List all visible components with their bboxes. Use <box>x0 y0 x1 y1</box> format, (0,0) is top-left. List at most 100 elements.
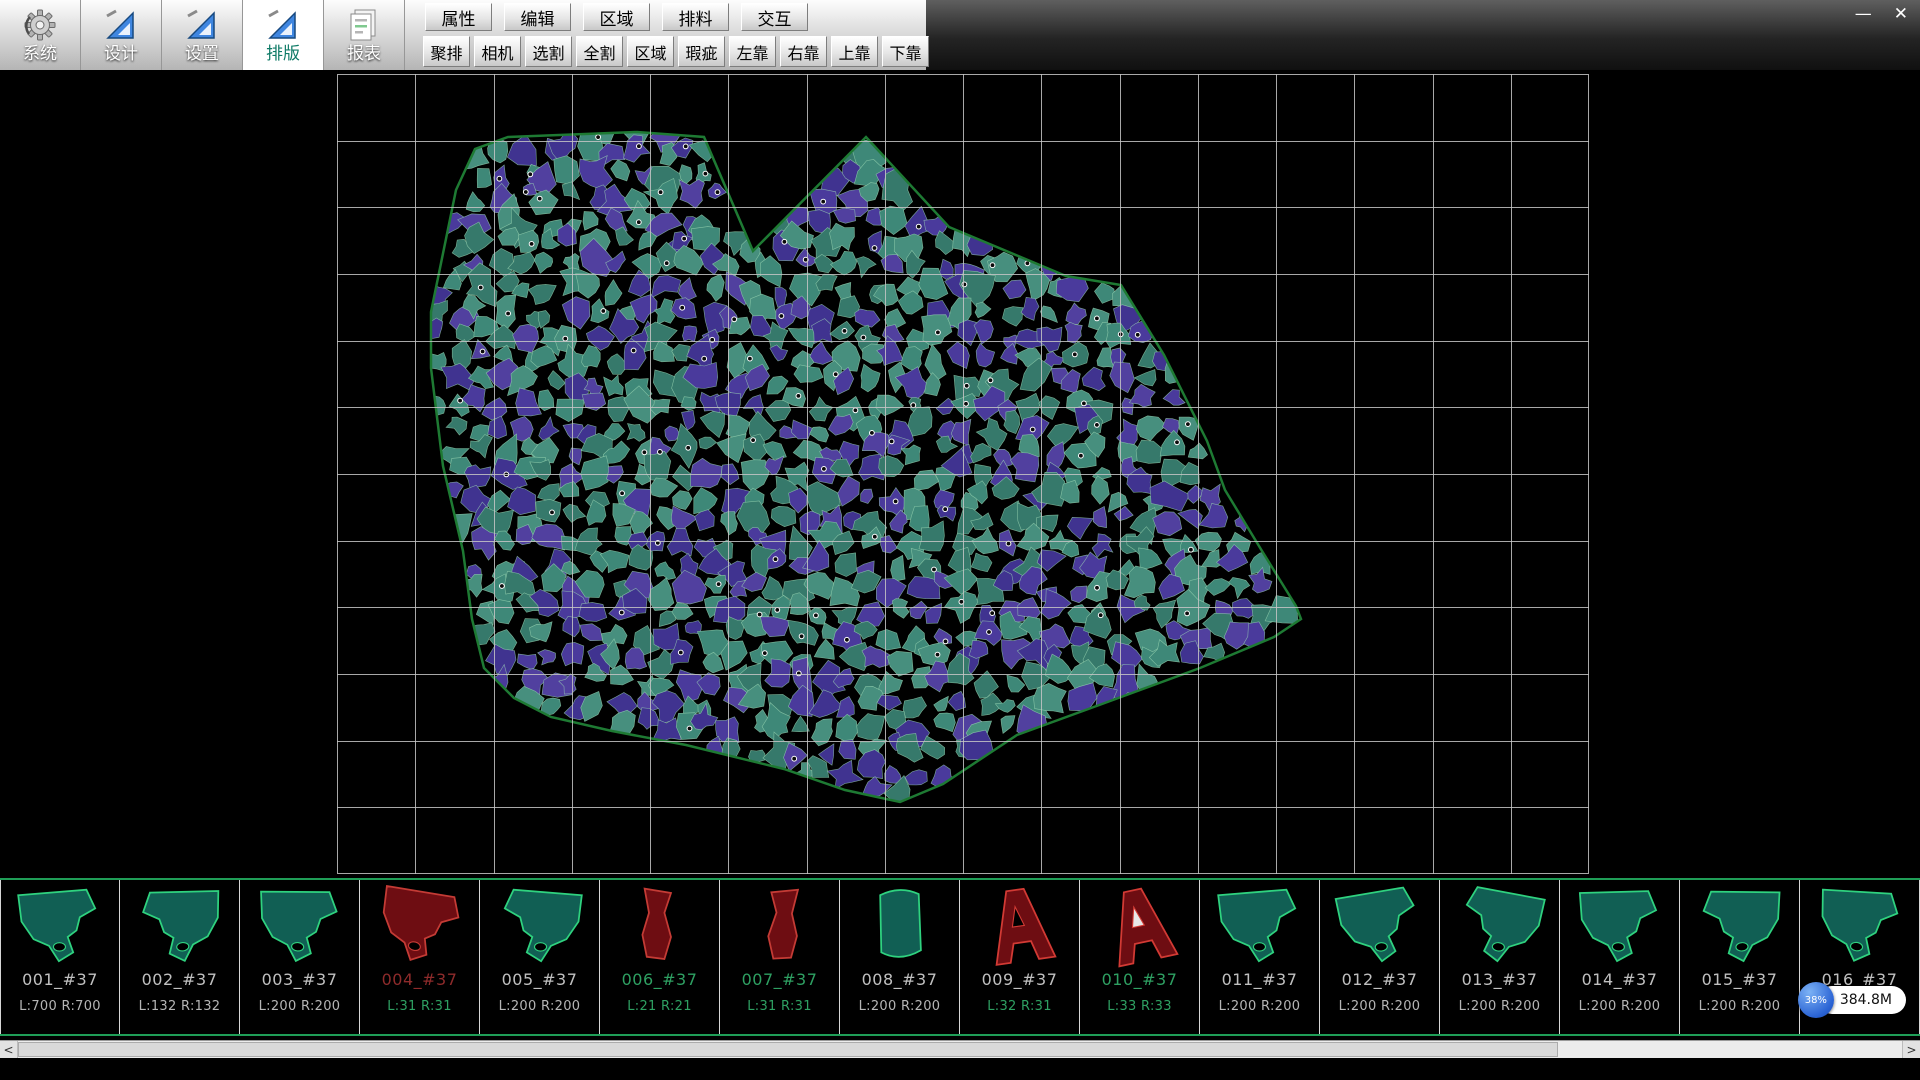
part-shape-letterA-icon <box>963 882 1077 970</box>
tool-button-row: 聚排相机选割全割区域瑕疵左靠右靠上靠下靠 <box>423 36 929 67</box>
part-shape-boot-icon <box>3 882 117 970</box>
part-quantity-stats: L:32 R:31 <box>987 999 1052 1014</box>
part-thumbnail[interactable]: 005_#37 L:200 R:200 <box>480 880 600 1034</box>
part-shape-boot-icon <box>1443 882 1557 970</box>
ribbon-dark-area <box>926 0 1920 70</box>
part-thumbnail[interactable]: 002_#37 L:132 R:132 <box>120 880 240 1034</box>
part-thumbnail[interactable]: 011_#37 L:200 R:200 <box>1200 880 1320 1034</box>
part-shape-boot-icon <box>123 882 237 970</box>
part-name: 008_#37 <box>862 970 938 990</box>
tool-button-cut-all[interactable]: 全割 <box>576 36 623 67</box>
gear-icon <box>21 7 59 43</box>
app-button-design[interactable]: 设计 <box>81 0 162 70</box>
menu-tab-row: 属性编辑区域排料交互 <box>425 3 808 31</box>
tool-button-defect[interactable]: 瑕疵 <box>678 36 725 67</box>
menu-tab-interact[interactable]: 交互 <box>741 3 808 31</box>
part-name: 004_#37 <box>382 970 458 990</box>
part-name: 011_#37 <box>1222 970 1298 990</box>
app-button-layout[interactable]: 排版 <box>243 0 324 70</box>
part-shape-boot-icon <box>483 882 597 970</box>
part-thumbnail[interactable]: 015_#37 L:200 R:200 <box>1680 880 1800 1034</box>
part-name: 010_#37 <box>1102 970 1178 990</box>
part-quantity-stats: L:200 R:200 <box>1579 999 1661 1014</box>
tool-button-snap-left[interactable]: 左靠 <box>729 36 776 67</box>
part-shape-boot-icon <box>1563 882 1677 970</box>
nesting-canvas[interactable] <box>0 70 1920 878</box>
part-name: 013_#37 <box>1462 970 1538 990</box>
part-shape-letterA-icon <box>1083 882 1197 970</box>
app-button-label: 排版 <box>266 45 300 64</box>
part-shape-boot-icon <box>1323 882 1437 970</box>
part-shape-boot-icon <box>1683 882 1797 970</box>
part-shape-sock-icon <box>723 882 837 970</box>
part-thumbnail[interactable]: 012_#37L:200 R:200 <box>1320 880 1440 1034</box>
part-shape-boot-icon <box>243 882 357 970</box>
app-button-system[interactable]: 系统 <box>0 0 81 70</box>
app-button-label: 报表 <box>347 45 381 64</box>
tool-button-snap-bottom[interactable]: 下靠 <box>882 36 929 67</box>
part-quantity-stats: L:200 R:200 <box>1459 999 1541 1014</box>
app-buttons: 系统 设计 设置 排版 报表 <box>0 0 405 70</box>
part-quantity-stats: L:200 R:200 <box>859 999 941 1014</box>
part-name: 006_#37 <box>622 970 698 990</box>
horizontal-scrollbar[interactable]: < > <box>0 1040 1920 1058</box>
tool-button-snap-right[interactable]: 右靠 <box>780 36 827 67</box>
app-button-label: 设置 <box>185 45 219 64</box>
part-quantity-stats: L:200 R:200 <box>1699 999 1781 1014</box>
part-shape-column-icon <box>843 882 957 970</box>
part-name: 007_#37 <box>742 970 818 990</box>
part-thumbnail[interactable]: 001_#37 L:700 R:700 <box>0 880 120 1034</box>
menu-tab-nesting[interactable]: 排料 <box>662 3 729 31</box>
parts-panel: 001_#37 L:700 R:700 002_#37 L:132 R:132 003_… <box>0 878 1920 1036</box>
part-thumbnail[interactable]: 009_#37 L:32 R:31 <box>960 880 1080 1034</box>
menu-tab-properties[interactable]: 属性 <box>425 3 492 31</box>
part-quantity-stats: L:200 R:200 <box>1219 999 1301 1014</box>
menu-tab-region[interactable]: 区域 <box>583 3 650 31</box>
menu-tab-edit[interactable]: 编辑 <box>504 3 571 31</box>
set-square-icon <box>183 7 221 43</box>
part-quantity-stats: L:132 R:132 <box>139 999 221 1014</box>
part-quantity-stats: L:31 R:31 <box>747 999 812 1014</box>
part-name: 015_#37 <box>1702 970 1778 990</box>
part-name: 003_#37 <box>262 970 338 990</box>
part-thumbnail[interactable]: 008_#37 L:200 R:200 <box>840 880 960 1034</box>
minimize-button[interactable]: — <box>1855 4 1872 24</box>
window-controls: — ✕ <box>1855 4 1908 24</box>
close-button[interactable]: ✕ <box>1894 4 1908 24</box>
part-shape-boot-icon <box>363 882 477 970</box>
part-name: 001_#37 <box>22 970 98 990</box>
part-shape-sock-icon <box>603 882 717 970</box>
scroll-left-arrow-icon[interactable]: < <box>0 1041 18 1058</box>
tool-button-region[interactable]: 区域 <box>627 36 674 67</box>
app-button-label: 设计 <box>104 45 138 64</box>
scroll-right-arrow-icon[interactable]: > <box>1902 1041 1920 1058</box>
scrollbar-thumb[interactable] <box>18 1042 1558 1057</box>
app-button-report[interactable]: 报表 <box>324 0 405 70</box>
part-name: 005_#37 <box>502 970 578 990</box>
tool-button-select-cut[interactable]: 选割 <box>525 36 572 67</box>
set-square-icon <box>264 7 302 43</box>
part-thumbnail[interactable]: 003_#37L:200 R:200 <box>240 880 360 1034</box>
app-button-settings[interactable]: 设置 <box>162 0 243 70</box>
part-quantity-stats: L:200 R:200 <box>499 999 581 1014</box>
part-thumbnail[interactable]: 004_#37L:31 R:31 <box>360 880 480 1034</box>
ribbon: 系统设计设置排版报表 属性编辑区域排料交互 聚排相机选割全割区域瑕疵左靠右靠上靠… <box>0 0 1920 70</box>
part-name: 014_#37 <box>1582 970 1658 990</box>
tool-button-cluster-nest[interactable]: 聚排 <box>423 36 470 67</box>
part-name: 009_#37 <box>982 970 1058 990</box>
tool-button-snap-top[interactable]: 上靠 <box>831 36 878 67</box>
part-thumbnail[interactable]: 007_#37 L:31 R:31 <box>720 880 840 1034</box>
part-thumbnail[interactable]: 010_#37L:33 R:33 <box>1080 880 1200 1034</box>
part-shape-boot-icon <box>1203 882 1317 970</box>
tool-button-camera[interactable]: 相机 <box>474 36 521 67</box>
set-square-icon <box>102 7 140 43</box>
status-badge: 38% 384.8M <box>1798 982 1906 1018</box>
part-quantity-stats: L:700 R:700 <box>19 999 101 1014</box>
part-thumbnail[interactable]: 006_#37L:21 R:21 <box>600 880 720 1034</box>
part-thumbnail[interactable]: 014_#37 L:200 R:200 <box>1560 880 1680 1034</box>
part-thumbnail[interactable]: 013_#37 L:200 R:200 <box>1440 880 1560 1034</box>
part-name: 002_#37 <box>142 970 218 990</box>
part-quantity-stats: L:200 R:200 <box>1339 999 1421 1014</box>
app-button-label: 系统 <box>23 45 57 64</box>
application-window: 系统设计设置排版报表 属性编辑区域排料交互 聚排相机选割全割区域瑕疵左靠右靠上靠… <box>0 0 1920 1080</box>
